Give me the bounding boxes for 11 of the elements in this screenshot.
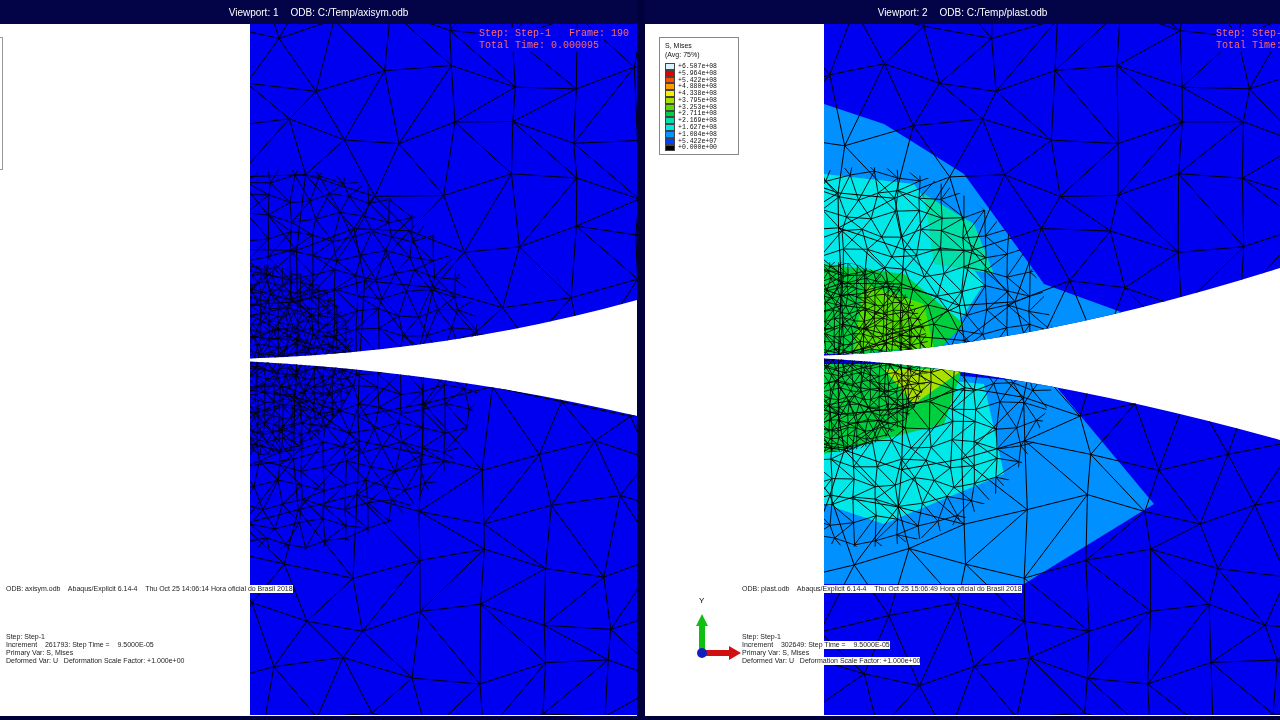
odb-path: ODB: C:/Temp/axisym.odb bbox=[290, 5, 409, 20]
viewport-title: Viewport: 2 bbox=[877, 5, 928, 20]
axis-triad-icon bbox=[696, 614, 741, 660]
step-label: Step: Step- bbox=[1216, 28, 1280, 39]
total-time-label: Total Time: bbox=[1216, 40, 1280, 52]
odb-path: ODB: C:/Temp/plast.odb bbox=[939, 5, 1048, 20]
step-label: Step: Step-1 bbox=[479, 28, 551, 39]
viewport-title: Viewport: 1 bbox=[228, 5, 279, 20]
total-time-label: Total Time: 0.000095 bbox=[479, 40, 600, 52]
frame-label: Frame: 190 bbox=[569, 28, 630, 39]
axis-label: Y bbox=[699, 596, 705, 605]
